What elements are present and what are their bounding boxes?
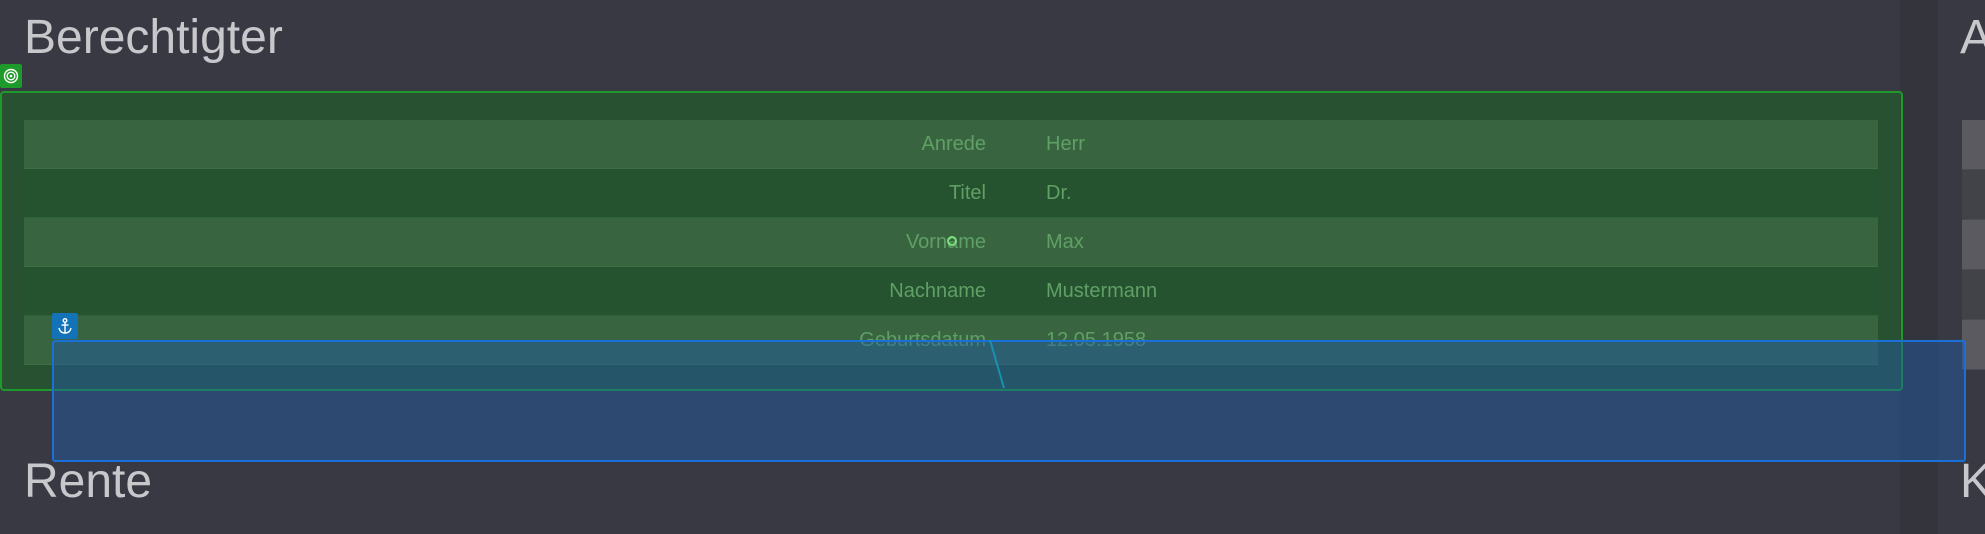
section-title-rente: Rente <box>24 455 153 508</box>
table-row[interactable] <box>1962 270 1985 320</box>
focus-point-icon[interactable] <box>947 236 957 246</box>
anchor-icon[interactable] <box>52 313 78 339</box>
section-title-berechtigter: Berechtigter <box>24 11 283 64</box>
right-table <box>1962 120 1985 370</box>
target-icon[interactable] <box>0 64 22 88</box>
anchor-drop-region[interactable] <box>52 340 1966 462</box>
right-section-title-bottom: K <box>1960 455 1985 508</box>
table-row[interactable] <box>1962 220 1985 270</box>
table-row[interactable] <box>1962 120 1985 170</box>
right-section-title-top: A <box>1960 11 1985 64</box>
table-row[interactable] <box>1962 170 1985 220</box>
